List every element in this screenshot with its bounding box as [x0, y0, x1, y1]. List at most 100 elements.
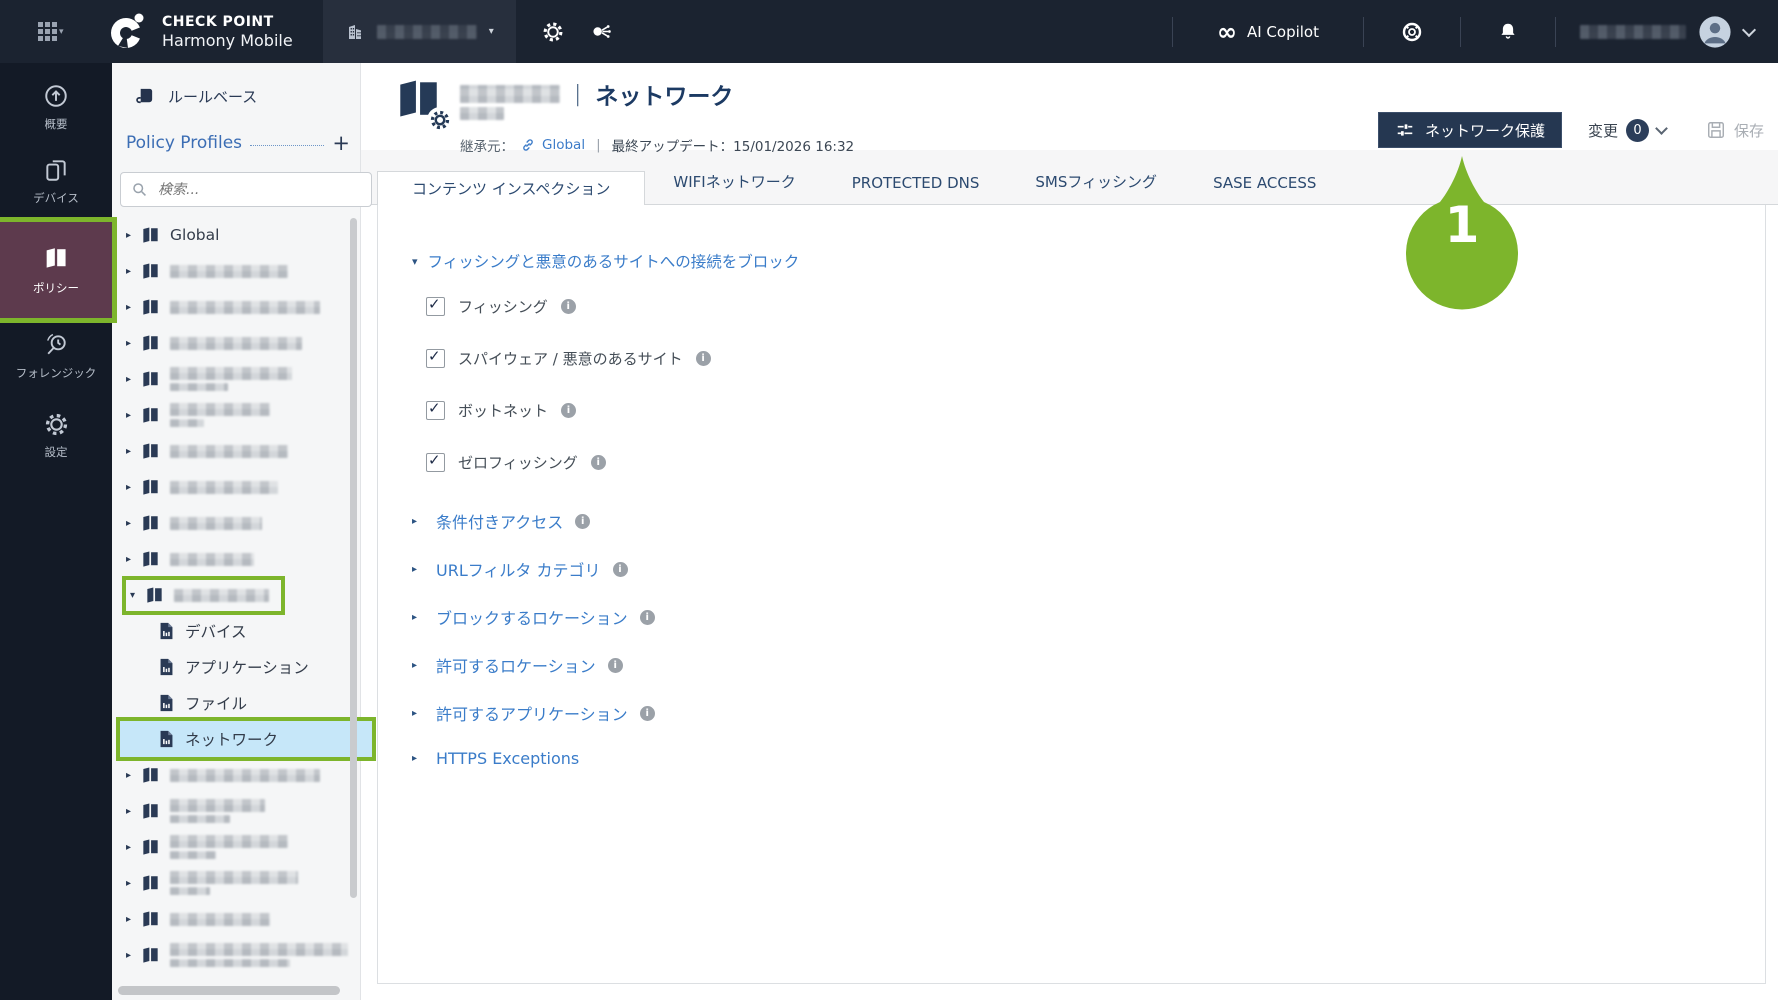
section-label: フィッシングと悪意のあるサイトへの接続をブロック: [427, 253, 800, 271]
tree-item-アプリケーション[interactable]: アプリケーション: [112, 649, 360, 685]
nav-item-devices[interactable]: デバイス: [0, 152, 112, 210]
caret-right-icon[interactable]: ▸: [126, 230, 140, 241]
network-protection-button[interactable]: ネットワーク保護: [1377, 112, 1562, 148]
tab-protected-dns[interactable]: PROTECTED DNS: [824, 174, 1008, 204]
search-input[interactable]: [156, 180, 330, 199]
info-icon[interactable]: i: [560, 299, 576, 314]
notifications-button[interactable]: [1461, 20, 1555, 44]
collapsed-section-row[interactable]: ▸ 許可するロケーション i: [412, 653, 1765, 677]
caret-right-icon[interactable]: ▸: [126, 842, 140, 853]
nav-item-policy[interactable]: ポリシー: [0, 217, 117, 323]
collapsed-section-row[interactable]: ▸ HTTPS Exceptions: [412, 749, 1765, 768]
checkbox[interactable]: ✓: [426, 451, 445, 472]
info-icon[interactable]: i: [561, 403, 577, 418]
caret-down-icon[interactable]: ▾: [130, 590, 144, 601]
collapsed-section-row[interactable]: ▸ 条件付きアクセス i: [412, 509, 1765, 533]
user-menu[interactable]: [1556, 15, 1778, 49]
tree-item-redacted[interactable]: ▸: [112, 397, 360, 433]
tab-sms-phishing[interactable]: SMSフィッシング: [1007, 171, 1185, 204]
tree-item-ネットワーク[interactable]: ネットワーク: [116, 717, 376, 761]
tree-item-redacted[interactable]: ▸: [112, 865, 360, 901]
tree-item-Global[interactable]: ▸ Global: [112, 217, 360, 253]
info-icon[interactable]: i: [695, 351, 711, 366]
tree-item-redacted[interactable]: ▸: [112, 541, 360, 577]
tree-item-デバイス[interactable]: デバイス: [112, 613, 360, 649]
nav-item-overview[interactable]: 概要: [0, 78, 112, 136]
collapsed-section-row[interactable]: ▸ 許可するアプリケーション i: [412, 701, 1765, 725]
tree-item-ファイル[interactable]: ファイル: [112, 685, 360, 721]
caret-right-icon[interactable]: ▸: [126, 950, 140, 961]
section-link[interactable]: URLフィルタ カテゴリ: [436, 557, 601, 581]
info-icon[interactable]: i: [607, 657, 623, 673]
nav-item-forensics[interactable]: フォレンジック: [0, 325, 112, 387]
caret-right-icon[interactable]: ▸: [126, 770, 140, 781]
primary-nav: 概要 デバイス ポリシー フォレンジック 設定: [0, 63, 117, 1000]
section-link[interactable]: 条件付きアクセス: [436, 509, 563, 533]
checkbox[interactable]: ✓: [426, 295, 445, 316]
caret-right-icon[interactable]: ▸: [126, 914, 140, 925]
tab-wifi-network[interactable]: WIFIネットワーク: [645, 171, 823, 204]
policy-profiles-title[interactable]: Policy Profiles: [126, 133, 242, 153]
tree-item-redacted[interactable]: ▸: [112, 253, 360, 289]
tenant-selector[interactable]: ▾: [322, 0, 516, 63]
section-link[interactable]: HTTPS Exceptions: [436, 749, 579, 768]
tree-item-redacted[interactable]: ▸: [112, 469, 360, 505]
nav-item-settings[interactable]: 設定: [0, 407, 112, 465]
caret-down-icon: ▾: [412, 254, 418, 268]
tree-item-redacted[interactable]: ▾: [112, 575, 360, 615]
collapsed-section-row[interactable]: ▸ ブロックするロケーション i: [412, 605, 1765, 629]
rulebase-icon: [136, 88, 153, 104]
tree-item-redacted[interactable]: ▸: [112, 793, 360, 829]
checkbox[interactable]: ✓: [426, 399, 445, 420]
collapsed-section-row[interactable]: ▸ URLフィルタ カテゴリ i: [412, 557, 1765, 581]
tab-sase-access[interactable]: SASE ACCESS: [1185, 174, 1344, 204]
tree-item-redacted[interactable]: ▸: [112, 361, 360, 397]
data-leak-button[interactable]: [590, 20, 613, 43]
tree-item-redacted[interactable]: ▸: [112, 289, 360, 325]
section-block-phishing[interactable]: ▾ フィッシングと悪意のあるサイトへの接続をブロック: [412, 250, 1765, 272]
caret-right-icon[interactable]: ▸: [126, 878, 140, 889]
caret-right-icon[interactable]: ▸: [126, 482, 140, 493]
horizontal-scrollbar[interactable]: [118, 986, 340, 995]
help-button[interactable]: [1364, 20, 1460, 44]
ai-copilot-button[interactable]: ∞ AI Copilot: [1173, 20, 1363, 44]
tree-item-redacted[interactable]: ▸: [112, 829, 360, 865]
redacted-label: [170, 799, 265, 823]
checkbox[interactable]: ✓: [426, 347, 445, 368]
caret-right-icon[interactable]: ▸: [126, 338, 140, 349]
tree-item-redacted[interactable]: ▸: [112, 433, 360, 469]
caret-right-icon[interactable]: ▸: [126, 302, 140, 313]
tree-item-redacted[interactable]: ▸: [112, 937, 360, 973]
rulebase-link[interactable]: ルールベース: [134, 86, 257, 107]
save-button[interactable]: 保存: [1706, 120, 1764, 141]
caret-right-icon[interactable]: ▸: [126, 554, 140, 565]
info-icon[interactable]: i: [612, 561, 628, 577]
caret-right-icon[interactable]: ▸: [126, 518, 140, 529]
book-icon: [140, 801, 161, 822]
section-link[interactable]: ブロックするロケーション: [436, 605, 628, 629]
vertical-scrollbar[interactable]: [350, 218, 357, 898]
brand-line2: Harmony Mobile: [162, 30, 293, 50]
caret-right-icon[interactable]: ▸: [126, 446, 140, 457]
global-settings-button[interactable]: [542, 21, 564, 43]
profile-search[interactable]: [120, 172, 372, 207]
caret-right-icon[interactable]: ▸: [126, 806, 140, 817]
add-profile-button[interactable]: +: [332, 133, 350, 154]
tree-item-redacted[interactable]: ▸: [112, 505, 360, 541]
app-launcher-button[interactable]: ▾: [38, 19, 68, 45]
tree-item-redacted[interactable]: ▸: [112, 757, 360, 793]
tab-content-inspection[interactable]: コンテンツ インスペクション: [377, 171, 646, 205]
info-icon[interactable]: i: [590, 455, 606, 470]
caret-right-icon[interactable]: ▸: [126, 374, 140, 385]
tree-item-redacted[interactable]: ▸: [112, 901, 360, 937]
tree-item-redacted[interactable]: ▸: [112, 325, 360, 361]
caret-right-icon[interactable]: ▸: [126, 410, 140, 421]
info-icon[interactable]: i: [639, 609, 655, 625]
section-link[interactable]: 許可するアプリケーション: [436, 701, 628, 725]
changes-dropdown[interactable]: 変更 0: [1588, 118, 1668, 142]
info-icon[interactable]: i: [575, 513, 591, 529]
info-icon[interactable]: i: [639, 705, 655, 721]
inherit-link[interactable]: Global: [542, 137, 585, 153]
caret-right-icon[interactable]: ▸: [126, 266, 140, 277]
section-link[interactable]: 許可するロケーション: [436, 653, 596, 677]
